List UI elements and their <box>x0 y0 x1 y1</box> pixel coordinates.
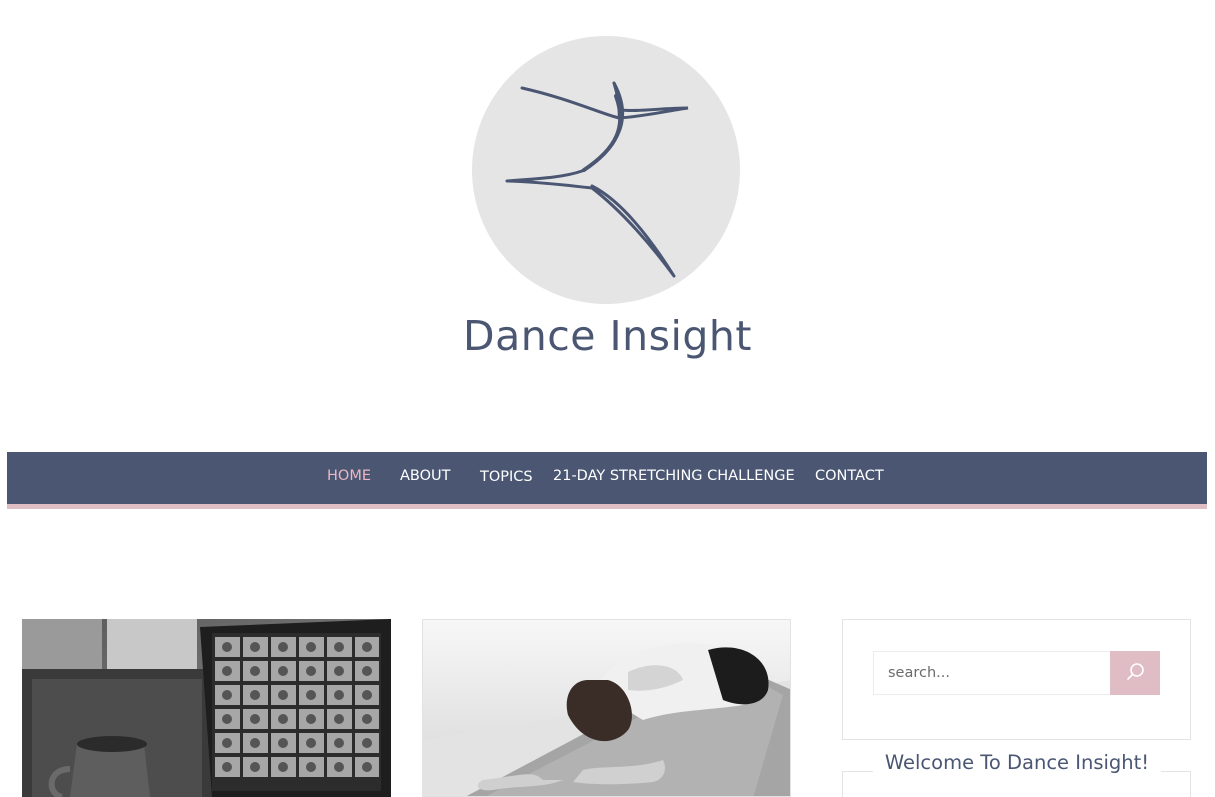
welcome-title: Welcome To Dance Insight! <box>873 752 1161 773</box>
search-icon <box>1127 663 1144 680</box>
nav-item-contact[interactable]: CONTACT <box>815 468 884 484</box>
search-button[interactable] <box>1110 651 1160 695</box>
nav-menu: HOME ABOUT TOPICS 21-DAY STRETCHING CHAL… <box>7 452 1207 504</box>
dancer-icon <box>505 81 689 278</box>
welcome-widget <box>842 771 1191 797</box>
page: Dance Insight HOME ABOUT TOPICS 21-DAY S… <box>0 0 1215 797</box>
nav-item-topics[interactable]: TOPICS <box>480 469 533 485</box>
post-thumbnail-video-call[interactable] <box>22 619 391 797</box>
main-navigation: HOME ABOUT TOPICS 21-DAY STRETCHING CHAL… <box>7 452 1207 509</box>
site-header: Dance Insight <box>0 0 1215 440</box>
post-thumbnail-stretching[interactable] <box>422 619 791 797</box>
video-call-photo <box>22 619 391 797</box>
nav-item-stretching-challenge[interactable]: 21-DAY STRETCHING CHALLENGE <box>553 468 795 484</box>
nav-item-home[interactable]: HOME <box>327 468 371 484</box>
search-widget <box>842 619 1191 740</box>
nav-item-about[interactable]: ABOUT <box>400 468 451 484</box>
search-input[interactable] <box>873 651 1111 695</box>
stretching-photo <box>423 620 790 796</box>
video-grid <box>212 633 381 791</box>
site-title: Dance Insight <box>463 312 752 360</box>
